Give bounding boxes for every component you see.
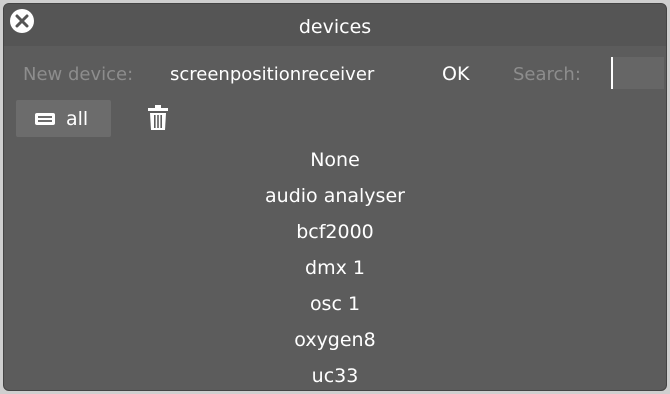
device-list-item[interactable]: audio analyser xyxy=(4,178,666,214)
filter-all-button[interactable]: all xyxy=(16,100,111,137)
delete-button[interactable] xyxy=(147,104,169,132)
device-list-item[interactable]: uc33 xyxy=(4,358,666,390)
device-list-item[interactable]: None xyxy=(4,142,666,178)
search-label: Search: xyxy=(513,64,581,85)
search-input[interactable] xyxy=(611,57,664,89)
devices-window: devices New device: screenpositionreceiv… xyxy=(3,3,667,391)
new-device-label: New device: xyxy=(23,64,134,85)
new-device-input[interactable]: screenpositionreceiver xyxy=(170,64,374,85)
ok-button[interactable]: OK xyxy=(442,63,469,85)
window-title: devices xyxy=(298,16,372,38)
device-list-item[interactable]: osc 1 xyxy=(4,286,666,322)
filter-all-label: all xyxy=(66,107,89,130)
trash-icon xyxy=(148,105,168,130)
titlebar: devices xyxy=(4,4,666,46)
device-list-item[interactable]: oxygen8 xyxy=(4,322,666,358)
device-list: None audio analyser bcf2000 dmx 1 osc 1 … xyxy=(4,142,666,390)
device-stack-icon xyxy=(34,112,56,126)
device-list-item[interactable]: dmx 1 xyxy=(4,250,666,286)
device-list-item[interactable]: bcf2000 xyxy=(4,214,666,250)
toolbar: New device: screenpositionreceiver OK Se… xyxy=(4,56,666,92)
